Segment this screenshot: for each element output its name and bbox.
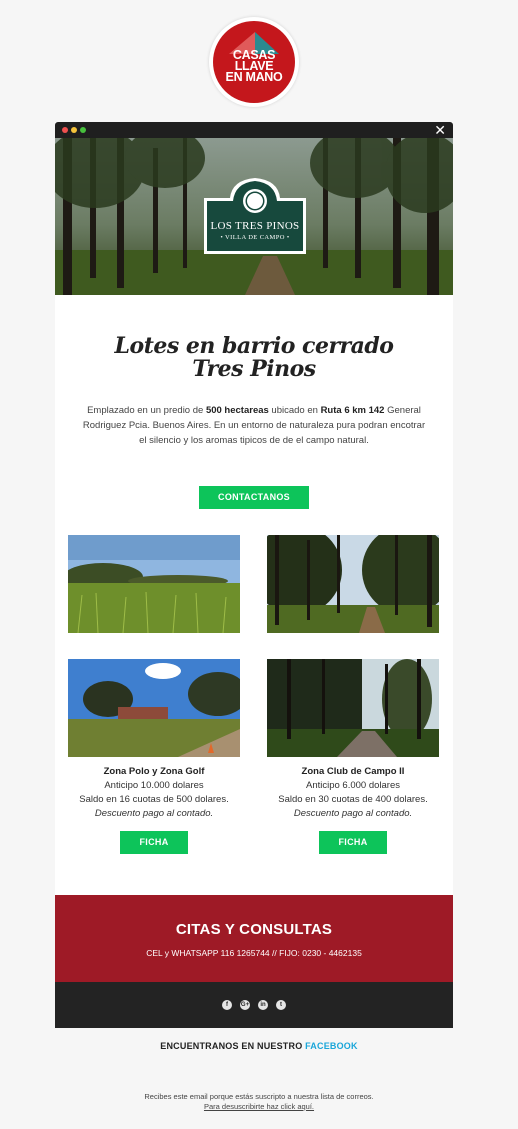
- google-plus-icon[interactable]: G+: [240, 1000, 250, 1010]
- intro-text-1: Emplazado en un predio de: [87, 405, 206, 416]
- logo-line-3: EN MANO: [225, 70, 283, 84]
- intro-route: Ruta 6 km 142: [320, 405, 385, 416]
- photo-grid: [55, 535, 453, 765]
- logo-text: CASAS LLAVE EN MANO: [213, 49, 295, 84]
- close-icon[interactable]: ✕: [434, 122, 446, 138]
- twitter-icon[interactable]: t: [276, 1000, 286, 1010]
- citas-title: CITAS Y CONSULTAS: [175, 921, 333, 938]
- unsubscribe-link[interactable]: Para desuscribirte haz click aquí.: [0, 1102, 518, 1112]
- logo-circle: CASAS LLAVE EN MANO: [213, 21, 295, 103]
- ficha-button-polo-golf[interactable]: FICHA: [120, 831, 188, 854]
- hero-banner: LOS TRES PINOS • VILLA DE CAMPO •: [55, 138, 453, 295]
- title-line-2: Tres Pinos: [192, 356, 316, 382]
- footer: Recibes este email porque estás suscript…: [0, 1092, 518, 1112]
- dirt-road-photo: [267, 659, 439, 757]
- zone-discount: Descuento pago al contado.: [293, 808, 413, 819]
- social-bar: f G+ in t: [55, 982, 453, 1028]
- zones-section: Zona Polo y Zona Golf Anticipo 10.000 do…: [55, 765, 453, 895]
- badge-shape-icon: [204, 178, 306, 254]
- badge-subtitle: • VILLA DE CAMPO •: [220, 234, 290, 241]
- window-maximize-dot[interactable]: [80, 127, 86, 133]
- zone-advance: Anticipo 6.000 dolares: [305, 780, 400, 791]
- citas-phones: CEL y WHATSAPP 116 1265744 // FIJO: 0230…: [146, 948, 362, 958]
- zone-balance: Saldo en 16 cuotas de 500 dolares.: [79, 794, 229, 805]
- page-title: Lotes en barrio cerrado Tres Pinos: [55, 335, 453, 381]
- intro-hectares: 500 hectareas: [205, 405, 269, 416]
- zone-advance: Anticipo 10.000 dolares: [104, 780, 204, 791]
- forest-path-photo: [267, 535, 439, 633]
- facebook-callout: ENCUENTRANOS EN NUESTRO FACEBOOK: [0, 1041, 518, 1051]
- intro-paragraph: Emplazado en un predio de 500 hectareas …: [81, 403, 427, 448]
- facebook-callout-text: ENCUENTRANOS EN NUESTRO: [160, 1041, 306, 1051]
- facebook-link[interactable]: FACEBOOK: [305, 1041, 358, 1051]
- zone-balance: Saldo en 30 cuotas de 400 dolares.: [278, 794, 428, 805]
- linkedin-icon[interactable]: in: [258, 1000, 268, 1010]
- social-icons: f G+ in t: [55, 1000, 453, 1010]
- zone-title: Zona Polo y Zona Golf: [103, 766, 205, 777]
- contact-button[interactable]: CONTACTANOS: [199, 486, 309, 509]
- zone-title: Zona Club de Campo II: [301, 766, 405, 777]
- ficha-button-club-campo[interactable]: FICHA: [319, 831, 387, 854]
- farm-trees-photo: [68, 659, 240, 757]
- brand-logo[interactable]: CASAS LLAVE EN MANO: [209, 17, 299, 107]
- citas-section: CITAS Y CONSULTAS CEL y WHATSAPP 116 126…: [55, 895, 453, 982]
- zone-card-polo-golf: Zona Polo y Zona Golf Anticipo 10.000 do…: [68, 765, 240, 854]
- email-window: ✕ LOS TRES PINOS • VILLA DE CAMPO • Lote…: [55, 122, 453, 1028]
- window-titlebar: ✕: [55, 122, 453, 138]
- los-tres-pinos-badge: LOS TRES PINOS • VILLA DE CAMPO •: [200, 176, 310, 256]
- badge-title: LOS TRES PINOS: [210, 220, 300, 232]
- intro-text-2: ubicado en: [268, 405, 321, 416]
- title-line-1: Lotes en barrio cerrado: [114, 333, 394, 359]
- zone-discount: Descuento pago al contado.: [94, 808, 214, 819]
- facebook-icon[interactable]: f: [222, 1000, 232, 1010]
- window-minimize-dot[interactable]: [71, 127, 77, 133]
- footer-subscription-note: Recibes este email porque estás suscript…: [144, 1092, 374, 1101]
- wheat-field-photo: [68, 535, 240, 633]
- zone-card-club-campo: Zona Club de Campo II Anticipo 6.000 dol…: [267, 765, 439, 854]
- email-content: Lotes en barrio cerrado Tres Pinos Empla…: [55, 335, 453, 1028]
- window-close-dot[interactable]: [62, 127, 68, 133]
